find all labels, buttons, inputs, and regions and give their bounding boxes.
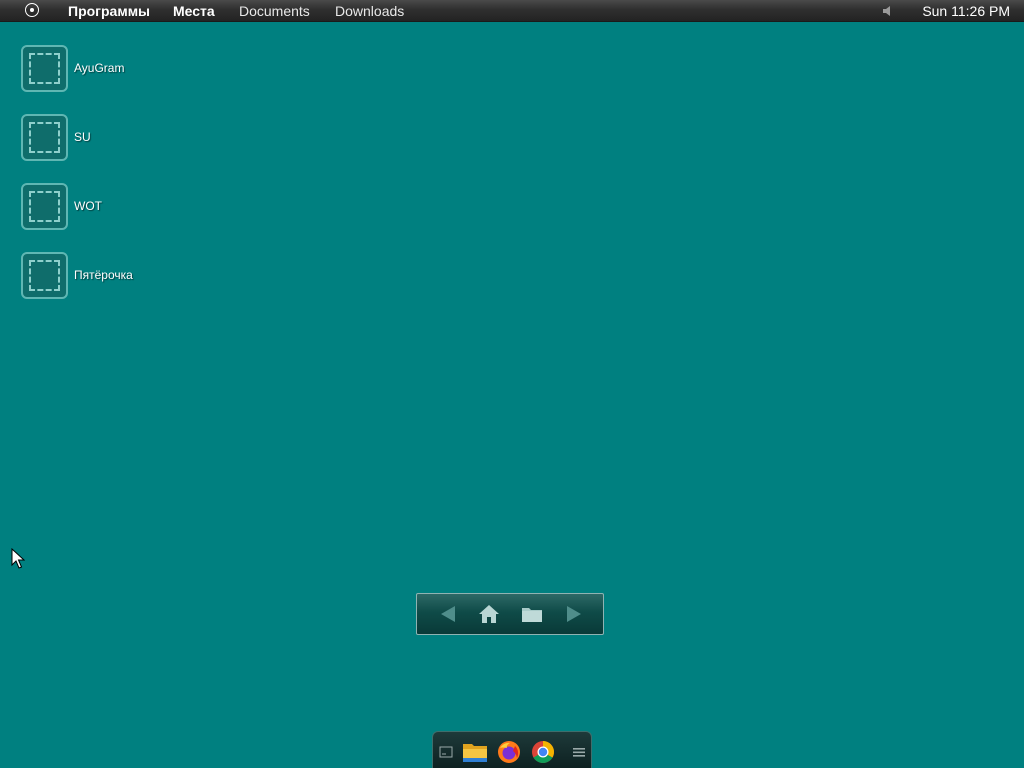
mouse-pointer-icon — [11, 548, 25, 569]
placeholder-app-icon — [21, 252, 68, 299]
chrome-icon[interactable] — [530, 739, 556, 765]
desktop-icon-label: Пятёрочка — [74, 268, 133, 282]
firefox-icon[interactable] — [496, 739, 522, 765]
desktop-icon-label: WOT — [74, 199, 102, 213]
menu-downloads[interactable]: Downloads — [335, 3, 404, 19]
desktop-icon-label: AyuGram — [74, 61, 125, 75]
home-icon[interactable] — [476, 602, 502, 626]
placeholder-app-icon — [21, 183, 68, 230]
arrow-right-icon[interactable] — [561, 602, 587, 626]
folder-icon[interactable] — [519, 602, 545, 626]
folder-icon[interactable] — [462, 739, 488, 765]
desktop-icon-ayugram[interactable]: AyuGram — [21, 45, 161, 93]
arrow-left-icon[interactable] — [435, 602, 461, 626]
file-manager-nav-bar — [416, 593, 604, 635]
hamburger-menu-icon[interactable] — [566, 739, 592, 765]
terminal-icon[interactable] — [433, 739, 459, 765]
desktop-icon-label: SU — [74, 130, 91, 144]
top-panel: Программы Места Documents Downloads Sun … — [0, 0, 1024, 22]
circle-dot-icon[interactable] — [25, 3, 39, 17]
menu-programs[interactable]: Программы — [68, 3, 150, 19]
menu-documents[interactable]: Documents — [239, 3, 310, 19]
placeholder-app-icon — [21, 45, 68, 92]
dock — [432, 731, 592, 768]
placeholder-app-icon — [21, 114, 68, 161]
speaker-icon[interactable] — [882, 5, 894, 17]
desktop-icon-pyaterochka[interactable]: Пятёрочка — [21, 252, 161, 300]
desktop-icon-su[interactable]: SU — [21, 114, 161, 162]
menu-places[interactable]: Места — [173, 3, 215, 19]
clock[interactable]: Sun 11:26 PM — [922, 3, 1010, 19]
desktop-icon-wot[interactable]: WOT — [21, 183, 161, 231]
